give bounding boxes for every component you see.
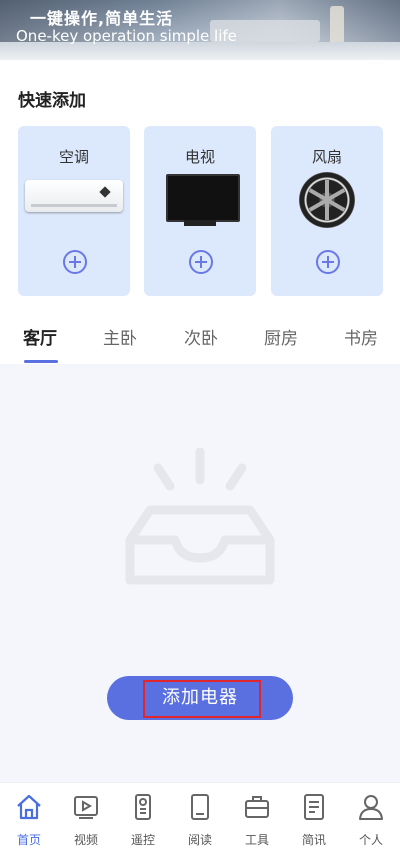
nav-label: 工具 [244, 833, 269, 847]
news-icon [304, 794, 324, 820]
quick-add-title: 快速添加 [18, 91, 86, 111]
banner-subtitle: One-key operation simple life [16, 27, 237, 45]
air-conditioner-image [25, 180, 123, 212]
remote-icon [135, 794, 151, 820]
nav-video[interactable]: 视频 [58, 793, 114, 848]
add-plus-icon[interactable] [63, 250, 87, 274]
nav-remote[interactable]: 遥控 [115, 793, 171, 848]
tv-stand [184, 220, 216, 226]
nav-profile[interactable]: 个人 [343, 793, 399, 848]
tab-second-bedroom[interactable]: 次卧 [184, 324, 218, 349]
tab-kitchen[interactable]: 厨房 [264, 324, 298, 349]
nav-news[interactable]: 简讯 [286, 793, 342, 848]
person-icon [359, 795, 383, 820]
home-icon [17, 794, 41, 820]
card-label: 空调 [58, 148, 89, 166]
room-tabs: 客厅 主卧 次卧 厨房 书房 [0, 310, 400, 364]
nav-home[interactable]: 首页 [1, 793, 57, 848]
video-icon [74, 796, 98, 819]
quick-add-card-tv[interactable]: 电视 [144, 126, 256, 296]
nav-read[interactable]: 阅读 [172, 793, 228, 848]
add-plus-icon[interactable] [189, 250, 213, 274]
bottom-nav: 首页 视频 遥控 阅读 工具 简讯 个人 [0, 782, 400, 856]
banner-title: 一键操作,简单生活 [30, 9, 174, 28]
nav-label: 遥控 [130, 833, 155, 847]
toolbox-icon [245, 796, 269, 818]
tab-master-bedroom[interactable]: 主卧 [103, 324, 137, 349]
banner-lamp [330, 6, 344, 46]
quick-add-card-fan[interactable]: 风扇 [271, 126, 383, 296]
add-device-button[interactable]: 添加电器 [107, 676, 293, 720]
tv-image [166, 174, 240, 222]
empty-box-icon [125, 447, 275, 585]
nav-label: 阅读 [187, 833, 212, 847]
active-tab-indicator [24, 360, 58, 363]
header-banner: 一键操作,简单生活 One-key operation simple life [0, 0, 400, 60]
card-label: 风扇 [311, 148, 342, 166]
highlight-box [143, 680, 261, 718]
nav-tools[interactable]: 工具 [229, 793, 285, 848]
tab-study[interactable]: 书房 [344, 324, 378, 349]
nav-label: 视频 [73, 833, 98, 847]
add-plus-icon[interactable] [316, 250, 340, 274]
book-icon [191, 794, 209, 820]
nav-label: 简讯 [301, 833, 326, 847]
nav-label: 个人 [358, 833, 383, 847]
fan-image [299, 172, 355, 228]
quick-add-card-air-conditioner[interactable]: 空调 [18, 126, 130, 296]
card-label: 电视 [184, 148, 215, 166]
tab-living-room[interactable]: 客厅 [23, 324, 57, 349]
nav-label: 首页 [16, 833, 41, 847]
